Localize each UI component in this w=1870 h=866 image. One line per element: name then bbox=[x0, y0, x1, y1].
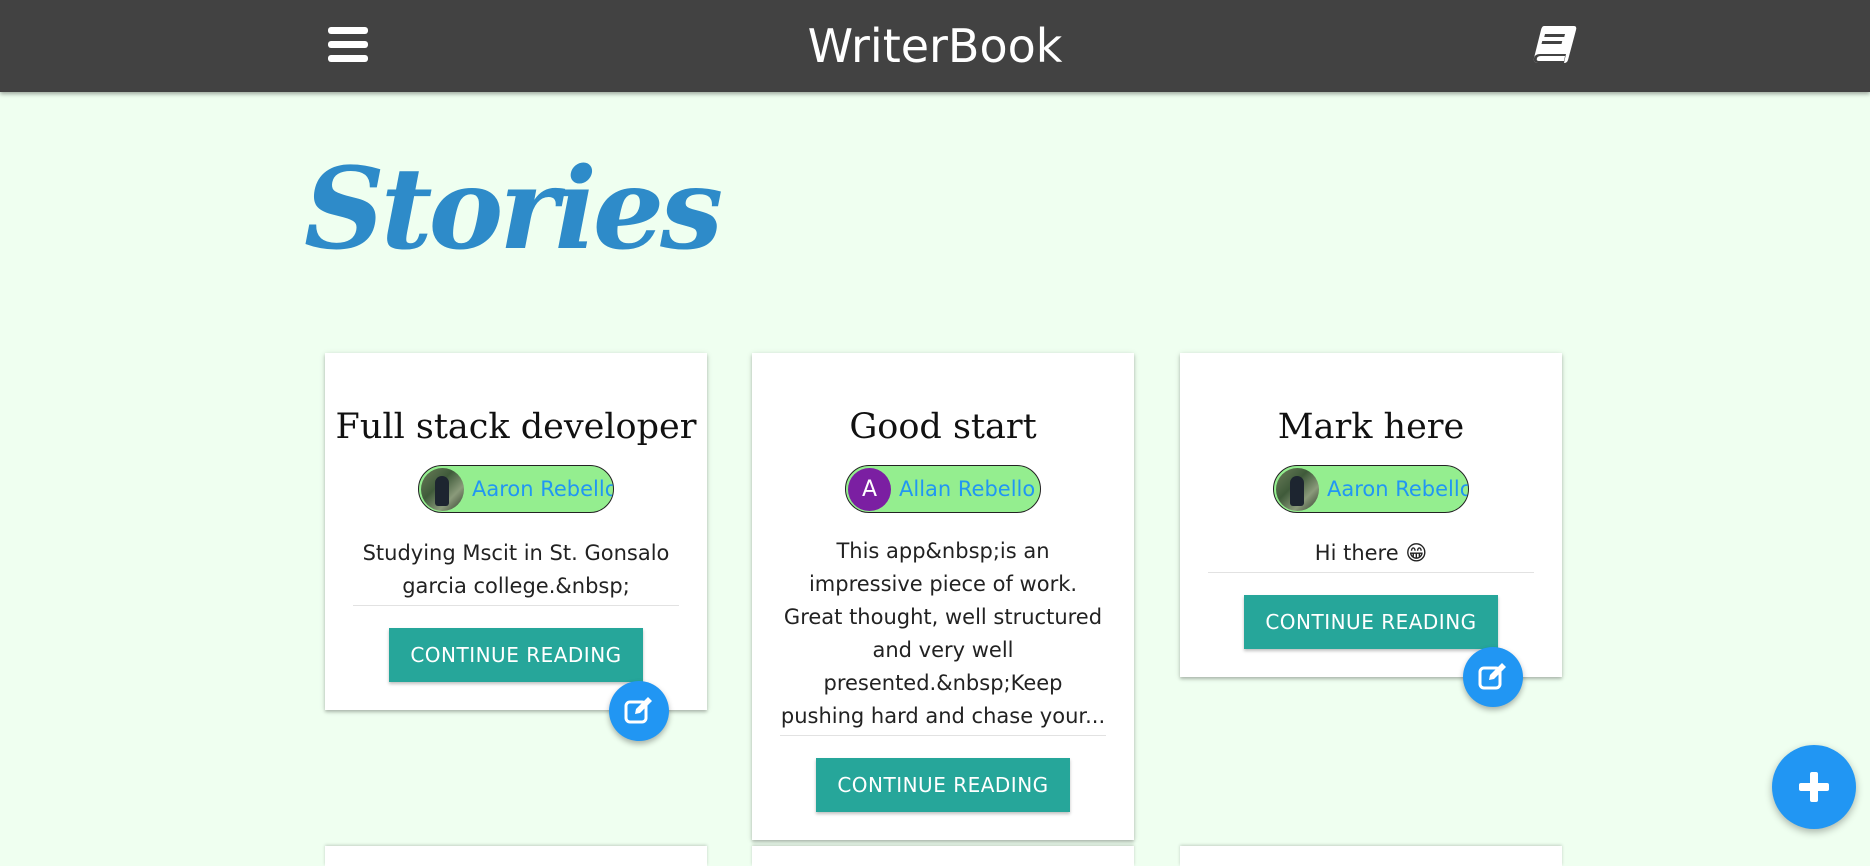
story-card: Mark here Aaron Rebello Hi there 😁 Conti… bbox=[1180, 353, 1562, 677]
story-excerpt: This app&nbsp;is an impressive piece of … bbox=[780, 535, 1106, 736]
author-chip[interactable]: Aaron Rebello bbox=[418, 465, 614, 513]
brand-title: WriterBook bbox=[807, 19, 1063, 73]
story-title: Full stack developer bbox=[335, 407, 697, 447]
plus-icon bbox=[1799, 772, 1829, 802]
continue-reading-button[interactable]: Continue Reading bbox=[389, 627, 643, 682]
story-title: Mark here bbox=[1277, 407, 1465, 447]
author-name: Aaron Rebello bbox=[1327, 477, 1469, 501]
continue-reading-button[interactable]: Continue Reading bbox=[816, 758, 1070, 812]
hamburger-menu-icon[interactable] bbox=[324, 24, 372, 64]
author-chip[interactable]: Aaron Rebello bbox=[1273, 465, 1469, 513]
avatar bbox=[421, 467, 464, 511]
story-excerpt: Hi there 😁 bbox=[1208, 537, 1534, 573]
story-card bbox=[752, 846, 1134, 866]
book-icon[interactable] bbox=[1530, 22, 1580, 68]
story-card bbox=[1180, 846, 1562, 866]
add-story-button[interactable] bbox=[1772, 745, 1856, 829]
edit-icon bbox=[624, 697, 652, 724]
edit-story-button[interactable] bbox=[609, 681, 669, 741]
page-title: Stories bbox=[304, 144, 723, 275]
avatar bbox=[1276, 467, 1319, 511]
story-card: Full stack developer Aaron Rebello Study… bbox=[325, 353, 707, 710]
story-card: Good start A Allan Rebello This app&nbsp… bbox=[752, 353, 1134, 840]
navbar: WriterBook bbox=[0, 0, 1870, 92]
author-name: Aaron Rebello bbox=[472, 477, 614, 501]
author-chip[interactable]: A Allan Rebello bbox=[845, 465, 1041, 513]
story-card bbox=[325, 846, 707, 866]
avatar: A bbox=[848, 467, 891, 511]
continue-reading-button[interactable]: Continue Reading bbox=[1244, 594, 1498, 649]
story-title: Good start bbox=[849, 407, 1037, 447]
edit-story-button[interactable] bbox=[1463, 647, 1523, 707]
author-name: Allan Rebello bbox=[899, 477, 1036, 501]
edit-icon bbox=[1478, 663, 1506, 690]
story-excerpt: Studying Mscit in St. Gonsalo garcia col… bbox=[353, 537, 679, 606]
